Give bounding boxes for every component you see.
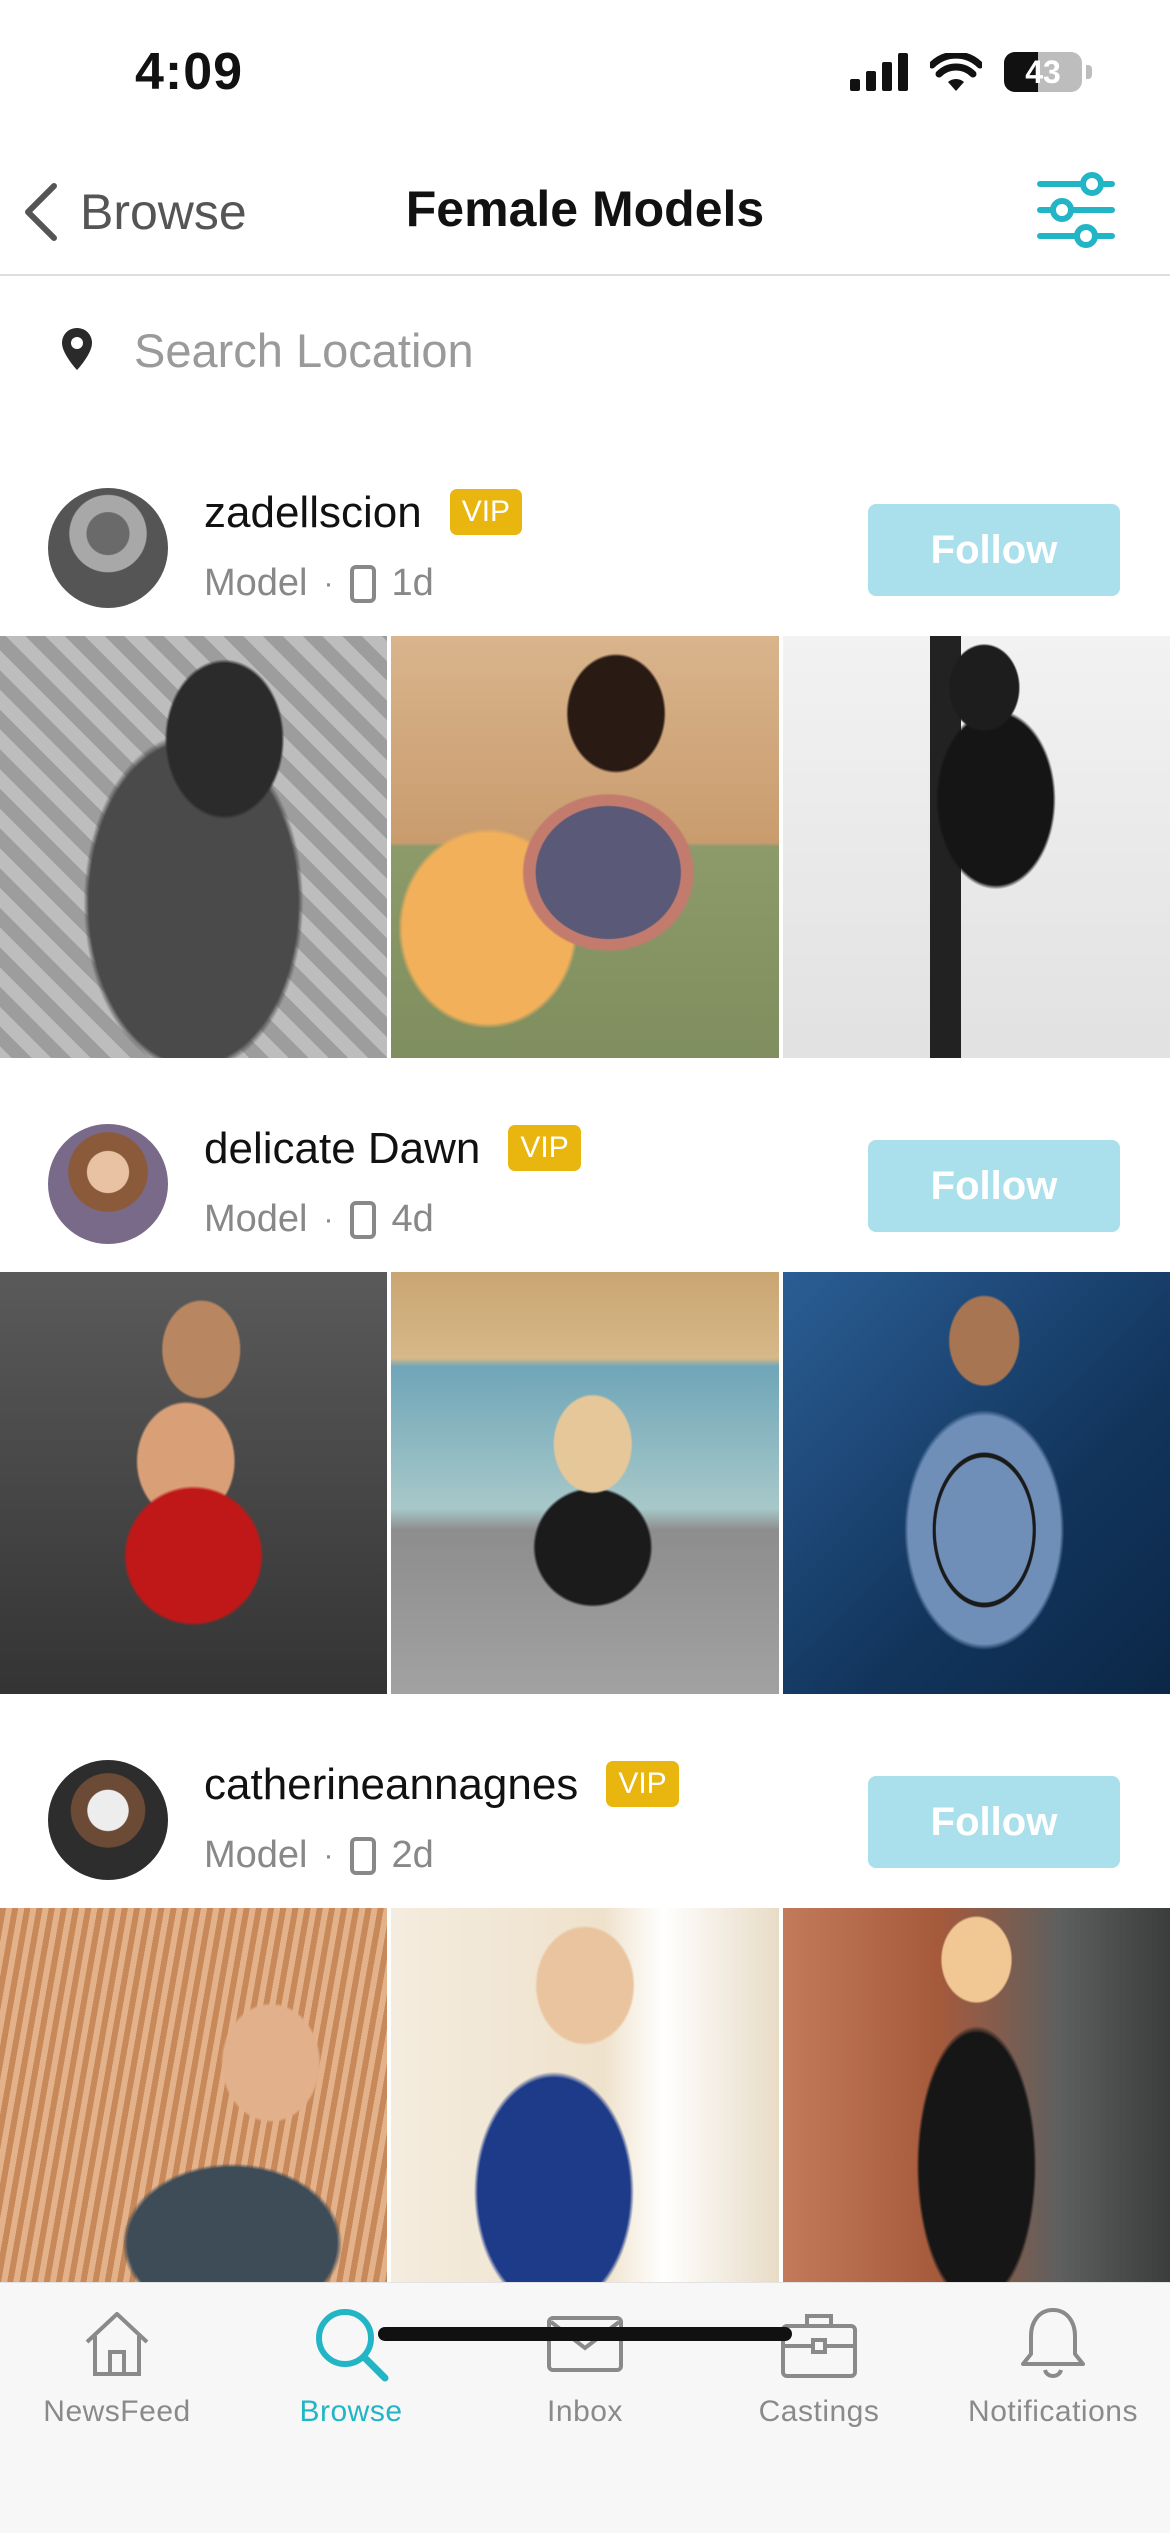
phone-icon bbox=[349, 564, 376, 603]
vip-badge: VIP bbox=[449, 489, 523, 535]
post-meta: Model · 2d bbox=[204, 1834, 434, 1877]
meta-separator: · bbox=[323, 1202, 334, 1236]
tab-label: Castings bbox=[758, 2395, 880, 2428]
tab-browse[interactable]: Browse bbox=[234, 2299, 468, 2449]
username[interactable]: zadellscion VIP bbox=[204, 488, 523, 538]
photo-thumbnail[interactable] bbox=[391, 636, 779, 1066]
phone-icon bbox=[349, 1200, 376, 1239]
tab-label: Inbox bbox=[547, 2395, 623, 2428]
follow-button[interactable]: Follow bbox=[868, 504, 1120, 596]
briefcase-icon bbox=[781, 2314, 857, 2378]
avatar[interactable] bbox=[48, 488, 168, 608]
card-header: catherineannagnes VIP Model · 2d Follow bbox=[0, 1694, 1170, 1908]
signal-icon bbox=[850, 53, 908, 91]
bell-icon bbox=[1021, 2308, 1085, 2378]
battery-percentage: 43 bbox=[1025, 54, 1061, 90]
battery-icon: 43 bbox=[1004, 52, 1082, 92]
time-ago: 2d bbox=[391, 1834, 434, 1876]
home-icon bbox=[85, 2312, 149, 2376]
tab-castings[interactable]: Castings bbox=[702, 2299, 936, 2449]
role-label: Model bbox=[204, 1198, 308, 1240]
photo-row bbox=[0, 636, 1170, 1066]
model-card: zadellscion VIP Model · 1d Follow bbox=[0, 422, 1170, 1088]
meta-separator: · bbox=[323, 1838, 334, 1872]
mail-icon bbox=[547, 2316, 623, 2372]
tab-label: Browse bbox=[299, 2395, 403, 2428]
battery-tip bbox=[1086, 65, 1092, 79]
photo-thumbnail[interactable] bbox=[782, 636, 1170, 1066]
home-indicator bbox=[378, 2327, 792, 2341]
vip-badge: VIP bbox=[606, 1761, 679, 1807]
tab-notifications[interactable]: Notifications bbox=[936, 2299, 1170, 2449]
role-label: Model bbox=[204, 562, 308, 604]
model-card: catherineannagnes VIP Model · 2d Follow bbox=[0, 1694, 1170, 2338]
card-header: zadellscion VIP Model · 1d Follow bbox=[0, 422, 1170, 636]
photo-row bbox=[0, 1272, 1170, 1702]
username-text: catherineannagnes bbox=[204, 1760, 579, 1809]
photo-row bbox=[0, 1908, 1170, 2338]
meta-separator: · bbox=[323, 566, 334, 600]
avatar[interactable] bbox=[48, 1760, 168, 1880]
role-label: Model bbox=[204, 1834, 308, 1876]
follow-button[interactable]: Follow bbox=[868, 1776, 1120, 1868]
time-ago: 1d bbox=[391, 562, 434, 604]
photo-thumbnail[interactable] bbox=[782, 1272, 1170, 1702]
tab-label: NewsFeed bbox=[43, 2395, 191, 2428]
photo-thumbnail[interactable] bbox=[391, 1272, 779, 1702]
filter-button[interactable] bbox=[1032, 166, 1120, 254]
avatar[interactable] bbox=[48, 1124, 168, 1244]
follow-button[interactable]: Follow bbox=[868, 1140, 1120, 1232]
model-card: delicate Dawn VIP Model · 4d Follow bbox=[0, 1058, 1170, 1724]
tab-inbox[interactable]: Inbox bbox=[468, 2299, 702, 2449]
vip-badge: VIP bbox=[508, 1125, 581, 1171]
phone-icon bbox=[349, 1836, 376, 1875]
post-meta: Model · 1d bbox=[204, 562, 434, 605]
username[interactable]: delicate Dawn VIP bbox=[204, 1124, 581, 1174]
status-icons: 43 bbox=[850, 52, 1092, 92]
post-meta: Model · 4d bbox=[204, 1198, 434, 1241]
location-search-bar bbox=[0, 276, 1170, 422]
location-pin-icon bbox=[62, 328, 92, 370]
tab-bar: NewsFeed Browse Inbox Castings Notificat… bbox=[0, 2282, 1170, 2533]
navigation-bar: Browse Female Models bbox=[0, 150, 1170, 276]
wifi-icon bbox=[930, 53, 982, 91]
sliders-icon bbox=[1037, 172, 1115, 248]
status-time: 4:09 bbox=[135, 43, 244, 101]
photo-thumbnail[interactable] bbox=[0, 1272, 388, 1702]
username-text: delicate Dawn bbox=[204, 1124, 481, 1173]
username-text: zadellscion bbox=[204, 488, 422, 537]
tab-newsfeed[interactable]: NewsFeed bbox=[0, 2299, 234, 2449]
photo-thumbnail[interactable] bbox=[391, 1908, 779, 2338]
username[interactable]: catherineannagnes VIP bbox=[204, 1760, 679, 1810]
photo-thumbnail[interactable] bbox=[782, 1908, 1170, 2338]
time-ago: 4d bbox=[391, 1198, 434, 1240]
photo-thumbnail[interactable] bbox=[0, 636, 388, 1066]
page-title: Female Models bbox=[405, 181, 765, 237]
status-bar: 4:09 43 bbox=[0, 0, 1170, 150]
location-search-input[interactable] bbox=[132, 316, 1096, 384]
card-header: delicate Dawn VIP Model · 4d Follow bbox=[0, 1058, 1170, 1272]
search-icon bbox=[316, 2309, 389, 2382]
photo-thumbnail[interactable] bbox=[0, 1908, 388, 2338]
tab-label: Notifications bbox=[968, 2395, 1138, 2428]
